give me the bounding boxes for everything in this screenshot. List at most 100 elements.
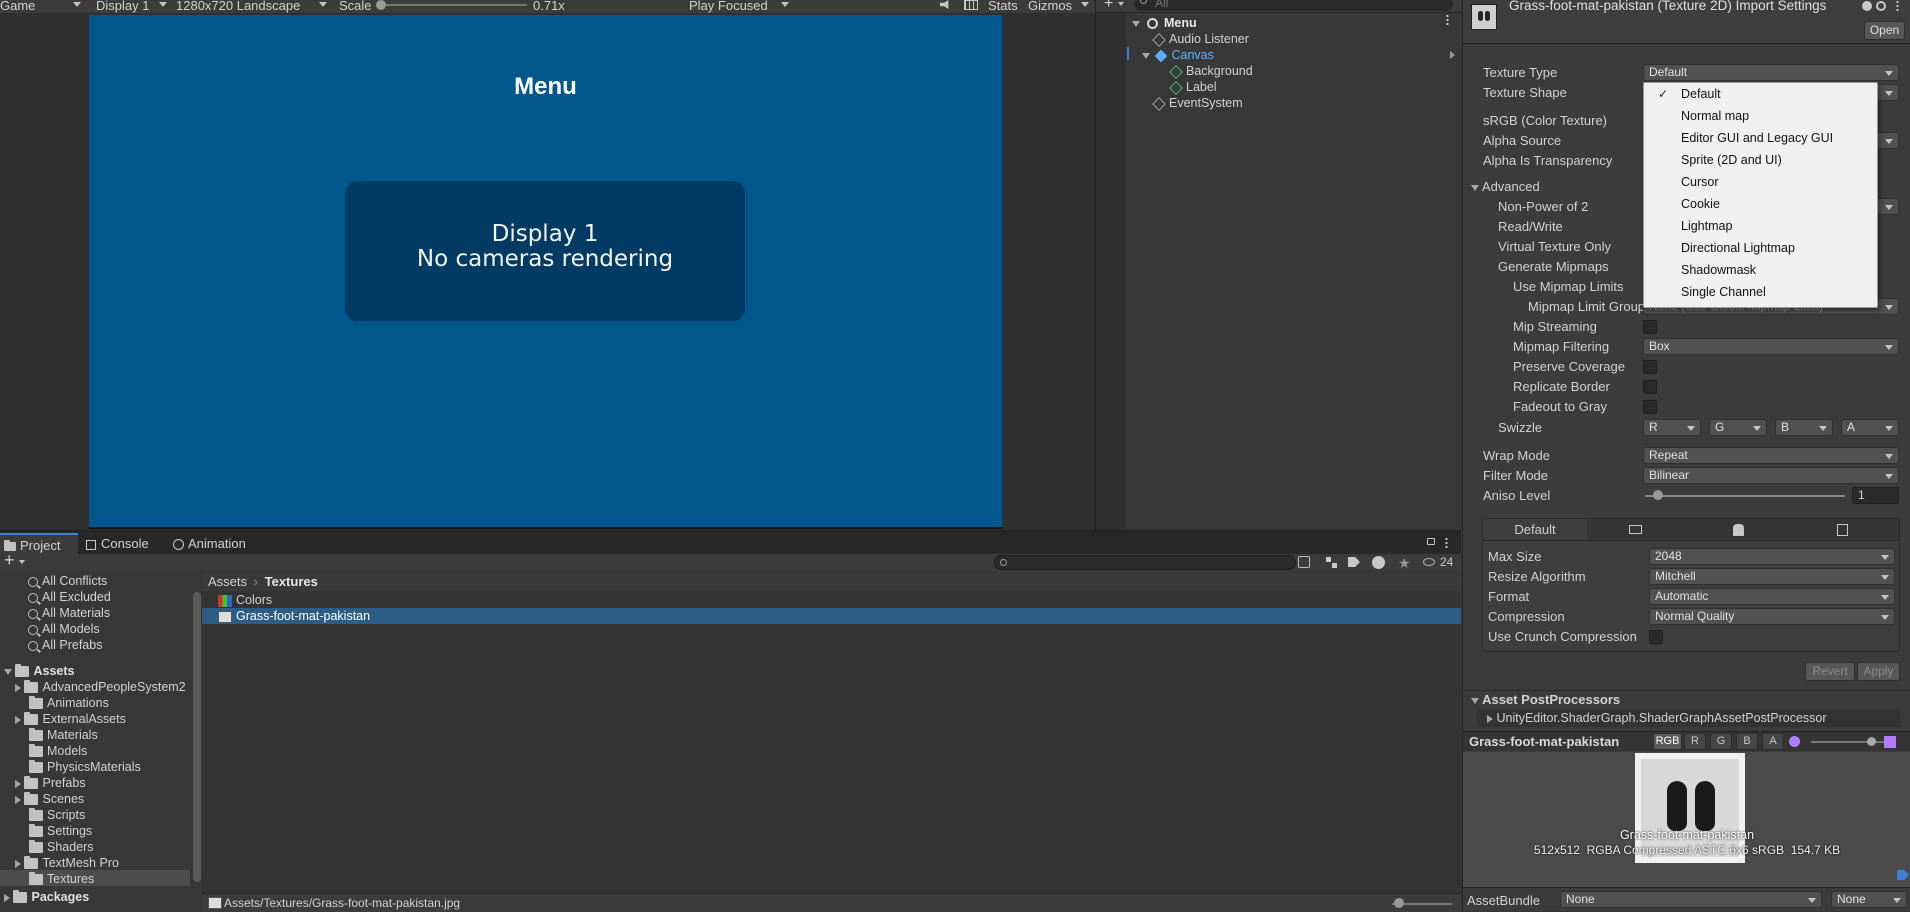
aniso-value-field[interactable]: 1 [1852,487,1899,504]
menu-item-normal-map[interactable]: Normal map [1644,105,1879,127]
folder-scripts[interactable]: Scripts [29,807,85,823]
scale-slider[interactable] [382,4,527,6]
play-mode-chevron-icon[interactable] [781,2,789,7]
mip-streaming-checkbox[interactable] [1643,320,1657,334]
filter-mode-dropdown[interactable]: Bilinear [1643,467,1899,484]
menu-item-default[interactable]: Default [1644,83,1879,105]
menu-item-single-channel[interactable]: Single Channel [1644,281,1879,303]
format-dropdown[interactable]: Automatic [1649,588,1895,605]
hierarchy-item-audio-listener[interactable]: Audio Listener [1152,31,1249,47]
add-object-button[interactable]: + [1104,0,1113,13]
menu-item-cookie[interactable]: Cookie [1644,193,1879,215]
menu-item-directional-lightmap[interactable]: Directional Lightmap [1644,237,1879,259]
filter-type-icon[interactable] [1326,557,1337,568]
hierarchy-item-canvas[interactable]: Canvas [1142,47,1214,63]
swizzle-g-dropdown[interactable]: G [1709,419,1767,436]
project-search-input[interactable] [994,555,1296,570]
expand-icon[interactable] [15,779,21,788]
gizmos-chevron-icon[interactable] [1081,2,1089,7]
expand-icon[interactable] [15,795,21,804]
hierarchy-search-input[interactable] [1134,0,1453,11]
folder-physicsmaterials[interactable]: PhysicsMaterials [29,759,141,775]
warning-icon[interactable] [1372,556,1385,569]
postprocessor-row[interactable]: UnityEditor.ShaderGraph.ShaderGraphAsset… [1477,710,1901,727]
eye-icon[interactable] [1423,558,1435,566]
foldout-icon[interactable] [1471,697,1479,704]
channel-r-toggle[interactable]: R [1684,733,1706,750]
breadcrumb-root[interactable]: Assets [208,574,247,589]
game-canvas[interactable]: Menu Display 1 No cameras rendering [89,15,1002,529]
mip-slider-thumb[interactable] [1867,737,1876,746]
folder-animations[interactable]: Animations [29,695,109,711]
wrap-mode-dropdown[interactable]: Repeat [1643,447,1899,464]
expand-icon[interactable] [4,668,12,675]
packages-root[interactable]: Packages [4,889,89,905]
fadeout-checkbox[interactable] [1643,400,1657,414]
favorite-all-prefabs[interactable]: All Prefabs [28,637,102,653]
resolution-chevron-icon[interactable] [319,2,327,7]
color-space-icon[interactable] [1789,736,1800,747]
menu-item-editor-gui[interactable]: Editor GUI and Legacy GUI [1644,127,1879,149]
scene-row[interactable]: Menu [1132,15,1197,31]
folder-advancedpeoplesystem2[interactable]: AdvancedPeopleSystem2 [15,679,186,695]
lock-icon[interactable] [1427,538,1435,545]
menu-item-lightmap[interactable]: Lightmap [1644,215,1879,237]
assetbundle-variant-dropdown[interactable]: None [1831,891,1907,908]
expand-icon[interactable] [4,893,10,902]
expand-icon[interactable] [15,859,21,868]
alpha-toggle-icon[interactable] [1884,736,1896,748]
file-row-grass-foot-mat-pakistan[interactable] [202,608,1461,624]
expand-icon[interactable] [15,683,21,692]
favorite-star-icon[interactable]: ★ [1398,555,1411,572]
assetbundle-dropdown[interactable]: None [1560,891,1822,908]
mip-filtering-dropdown[interactable]: Box [1643,338,1899,355]
postprocessors-header[interactable]: Asset PostProcessors [1463,690,1910,708]
create-chevron-icon[interactable] [19,560,25,564]
favorite-all-excluded[interactable]: All Excluded [28,589,111,605]
add-object-chevron-icon[interactable] [1118,2,1124,6]
aniso-slider[interactable] [1645,495,1845,497]
standalone-icon[interactable] [1629,525,1642,534]
panel-divider-vertical[interactable] [1095,0,1096,530]
compression-dropdown[interactable]: Normal Quality [1649,608,1895,625]
create-button[interactable]: + [4,550,15,571]
open-button[interactable]: Open [1864,21,1905,40]
preserve-coverage-checkbox[interactable] [1643,360,1657,374]
folder-materials[interactable]: Materials [29,727,98,743]
scene-expand-icon[interactable] [1132,20,1140,27]
folder-textmesh-pro[interactable]: TextMesh Pro [15,855,119,871]
folder-prefabs[interactable]: Prefabs [15,775,86,791]
android-icon[interactable] [1733,524,1744,536]
menu-item-shadowmask[interactable]: Shadowmask [1644,259,1879,281]
tab-console[interactable]: Console [86,533,149,554]
apply-button[interactable]: Apply [1857,662,1900,681]
folder-scenes[interactable]: Scenes [15,791,84,807]
settings-icon[interactable] [1876,1,1886,11]
folder-settings[interactable]: Settings [29,823,92,839]
tree-scrollbar[interactable] [193,592,201,882]
swizzle-b-dropdown[interactable]: B [1775,419,1833,436]
scene-menu-icon[interactable] [1446,14,1449,26]
favorite-all-conflicts[interactable]: All Conflicts [28,573,107,589]
canvas-expand-icon[interactable] [1142,52,1150,59]
zoom-slider-thumb[interactable] [1394,898,1404,908]
folder-textures[interactable]: Textures [29,871,94,887]
favorite-all-models[interactable]: All Models [28,621,100,637]
favorite-all-materials[interactable]: All Materials [28,605,110,621]
breadcrumb-current[interactable]: Textures [265,574,318,589]
foldout-icon[interactable] [1471,184,1479,191]
folder-models[interactable]: Models [29,743,87,759]
aniso-slider-thumb[interactable] [1653,490,1663,500]
tab-animation[interactable]: Animation [173,533,246,554]
hierarchy-item-background[interactable]: Background [1169,63,1253,79]
mip-slider[interactable] [1811,741,1891,743]
max-size-dropdown[interactable]: 2048 [1649,548,1895,565]
game-tab-dropdown-icon[interactable] [73,2,81,7]
panel-divider[interactable] [0,530,1461,531]
resize-dropdown[interactable]: Mitchell [1649,568,1895,585]
webgl-icon[interactable] [1837,524,1848,536]
swizzle-r-dropdown[interactable]: R [1643,419,1701,436]
canvas-child-chevron-icon[interactable] [1450,51,1455,59]
label-tag-icon[interactable] [1897,870,1909,880]
menu-item-cursor[interactable]: Cursor [1644,171,1879,193]
